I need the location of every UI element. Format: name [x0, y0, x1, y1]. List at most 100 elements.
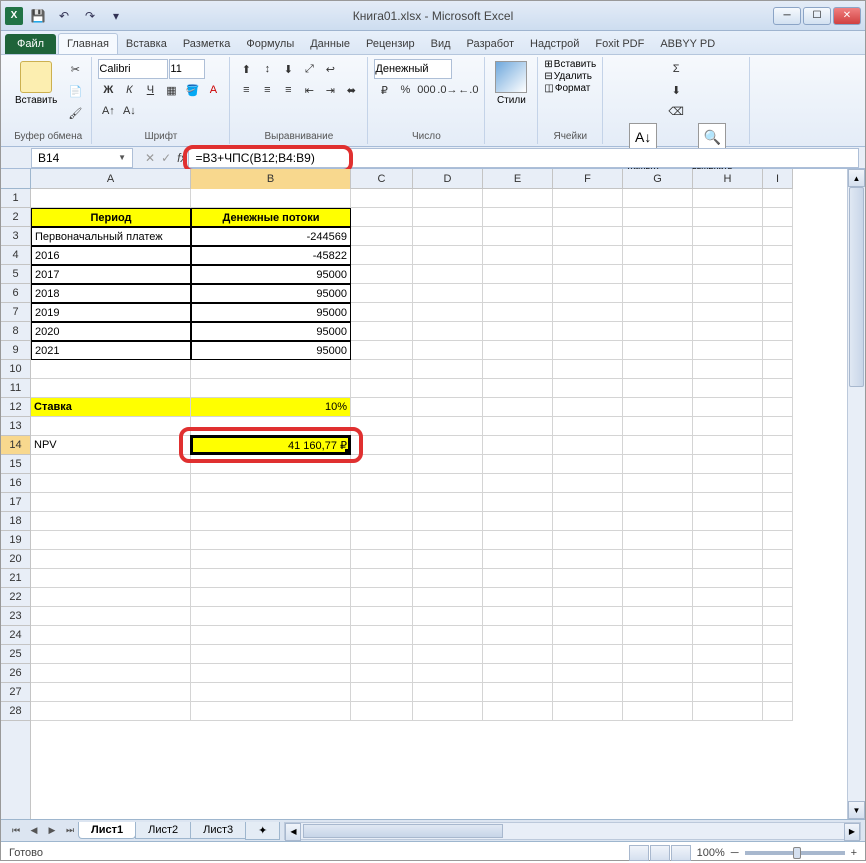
cell-H23[interactable] — [693, 607, 763, 626]
cell-C22[interactable] — [351, 588, 413, 607]
cell-E23[interactable] — [483, 607, 553, 626]
cell-F4[interactable] — [553, 246, 623, 265]
cell-B16[interactable] — [191, 474, 351, 493]
cell-I5[interactable] — [763, 265, 793, 284]
cell-I15[interactable] — [763, 455, 793, 474]
cell-G5[interactable] — [623, 265, 693, 284]
tab-file[interactable]: Файл — [5, 34, 56, 54]
cell-E17[interactable] — [483, 493, 553, 512]
row-header-24[interactable]: 24 — [1, 626, 30, 645]
cell-E28[interactable] — [483, 702, 553, 721]
cell-F5[interactable] — [553, 265, 623, 284]
cell-H17[interactable] — [693, 493, 763, 512]
cell-A25[interactable] — [31, 645, 191, 664]
tab-insert[interactable]: Вставка — [118, 34, 175, 54]
tab-foxit[interactable]: Foxit PDF — [587, 34, 652, 54]
fill-color-button[interactable]: 🪣 — [182, 80, 202, 100]
cell-E19[interactable] — [483, 531, 553, 550]
decrease-indent-icon[interactable]: ⇤ — [299, 80, 319, 100]
cell-A15[interactable] — [31, 455, 191, 474]
cell-I10[interactable] — [763, 360, 793, 379]
cell-D1[interactable] — [413, 189, 483, 208]
cell-F15[interactable] — [553, 455, 623, 474]
close-button[interactable]: ✕ — [833, 7, 861, 25]
col-header-A[interactable]: A — [31, 169, 191, 189]
cell-C15[interactable] — [351, 455, 413, 474]
cell-I25[interactable] — [763, 645, 793, 664]
cell-G15[interactable] — [623, 455, 693, 474]
number-format-select[interactable] — [374, 59, 452, 79]
cell-F2[interactable] — [553, 208, 623, 227]
cell-D13[interactable] — [413, 417, 483, 436]
cell-A24[interactable] — [31, 626, 191, 645]
col-header-I[interactable]: I — [763, 169, 793, 189]
cell-G2[interactable] — [623, 208, 693, 227]
first-sheet-icon[interactable]: ⏮ — [7, 822, 25, 840]
cell-H20[interactable] — [693, 550, 763, 569]
zoom-in-button[interactable]: + — [851, 847, 857, 859]
cell-C27[interactable] — [351, 683, 413, 702]
cell-B9[interactable]: 95000 — [191, 341, 351, 360]
italic-button[interactable]: К — [119, 80, 139, 100]
vertical-scrollbar[interactable]: ▲ ▼ — [847, 169, 865, 819]
cell-F8[interactable] — [553, 322, 623, 341]
cell-F24[interactable] — [553, 626, 623, 645]
cell-I7[interactable] — [763, 303, 793, 322]
cell-D23[interactable] — [413, 607, 483, 626]
cell-C3[interactable] — [351, 227, 413, 246]
cell-A4[interactable]: 2016 — [31, 246, 191, 265]
cell-H5[interactable] — [693, 265, 763, 284]
cell-B20[interactable] — [191, 550, 351, 569]
cell-G23[interactable] — [623, 607, 693, 626]
cell-I23[interactable] — [763, 607, 793, 626]
cell-H12[interactable] — [693, 398, 763, 417]
cell-A27[interactable] — [31, 683, 191, 702]
cell-D26[interactable] — [413, 664, 483, 683]
cell-I12[interactable] — [763, 398, 793, 417]
cell-E2[interactable] — [483, 208, 553, 227]
cell-E8[interactable] — [483, 322, 553, 341]
cell-I17[interactable] — [763, 493, 793, 512]
cell-C10[interactable] — [351, 360, 413, 379]
copy-icon[interactable]: 📄 — [65, 81, 85, 101]
cell-F9[interactable] — [553, 341, 623, 360]
cell-D20[interactable] — [413, 550, 483, 569]
border-button[interactable]: ▦ — [161, 80, 181, 100]
cell-C28[interactable] — [351, 702, 413, 721]
cell-I16[interactable] — [763, 474, 793, 493]
row-header-14[interactable]: 14 — [1, 436, 30, 455]
cell-A10[interactable] — [31, 360, 191, 379]
align-bottom-icon[interactable]: ⬇ — [278, 59, 298, 79]
cell-D9[interactable] — [413, 341, 483, 360]
cell-G24[interactable] — [623, 626, 693, 645]
page-break-view-button[interactable] — [671, 845, 691, 861]
row-header-2[interactable]: 2 — [1, 208, 30, 227]
row-header-1[interactable]: 1 — [1, 189, 30, 208]
cell-C4[interactable] — [351, 246, 413, 265]
cell-H2[interactable] — [693, 208, 763, 227]
cell-I9[interactable] — [763, 341, 793, 360]
cell-A14[interactable]: NPV — [31, 436, 191, 455]
sheet-tab-1[interactable]: Лист1 — [78, 822, 136, 839]
format-cells-button[interactable]: ◫ Формат — [544, 83, 596, 94]
insert-cells-button[interactable]: ⊞ Вставить — [544, 59, 596, 70]
name-box[interactable]: B14 ▼ — [31, 148, 133, 168]
cell-H11[interactable] — [693, 379, 763, 398]
cell-D28[interactable] — [413, 702, 483, 721]
horizontal-scrollbar[interactable]: ◀ ▶ — [284, 822, 861, 840]
cell-C21[interactable] — [351, 569, 413, 588]
cell-G25[interactable] — [623, 645, 693, 664]
cell-E5[interactable] — [483, 265, 553, 284]
cell-G13[interactable] — [623, 417, 693, 436]
cell-I19[interactable] — [763, 531, 793, 550]
format-painter-icon[interactable]: 🖌 — [65, 103, 85, 123]
cell-E1[interactable] — [483, 189, 553, 208]
cell-F20[interactable] — [553, 550, 623, 569]
cell-D16[interactable] — [413, 474, 483, 493]
cell-E7[interactable] — [483, 303, 553, 322]
cell-H1[interactable] — [693, 189, 763, 208]
fx-icon[interactable]: fx — [177, 151, 186, 165]
next-sheet-icon[interactable]: ▶ — [43, 822, 61, 840]
cell-F22[interactable] — [553, 588, 623, 607]
align-middle-icon[interactable]: ↕ — [257, 59, 277, 79]
